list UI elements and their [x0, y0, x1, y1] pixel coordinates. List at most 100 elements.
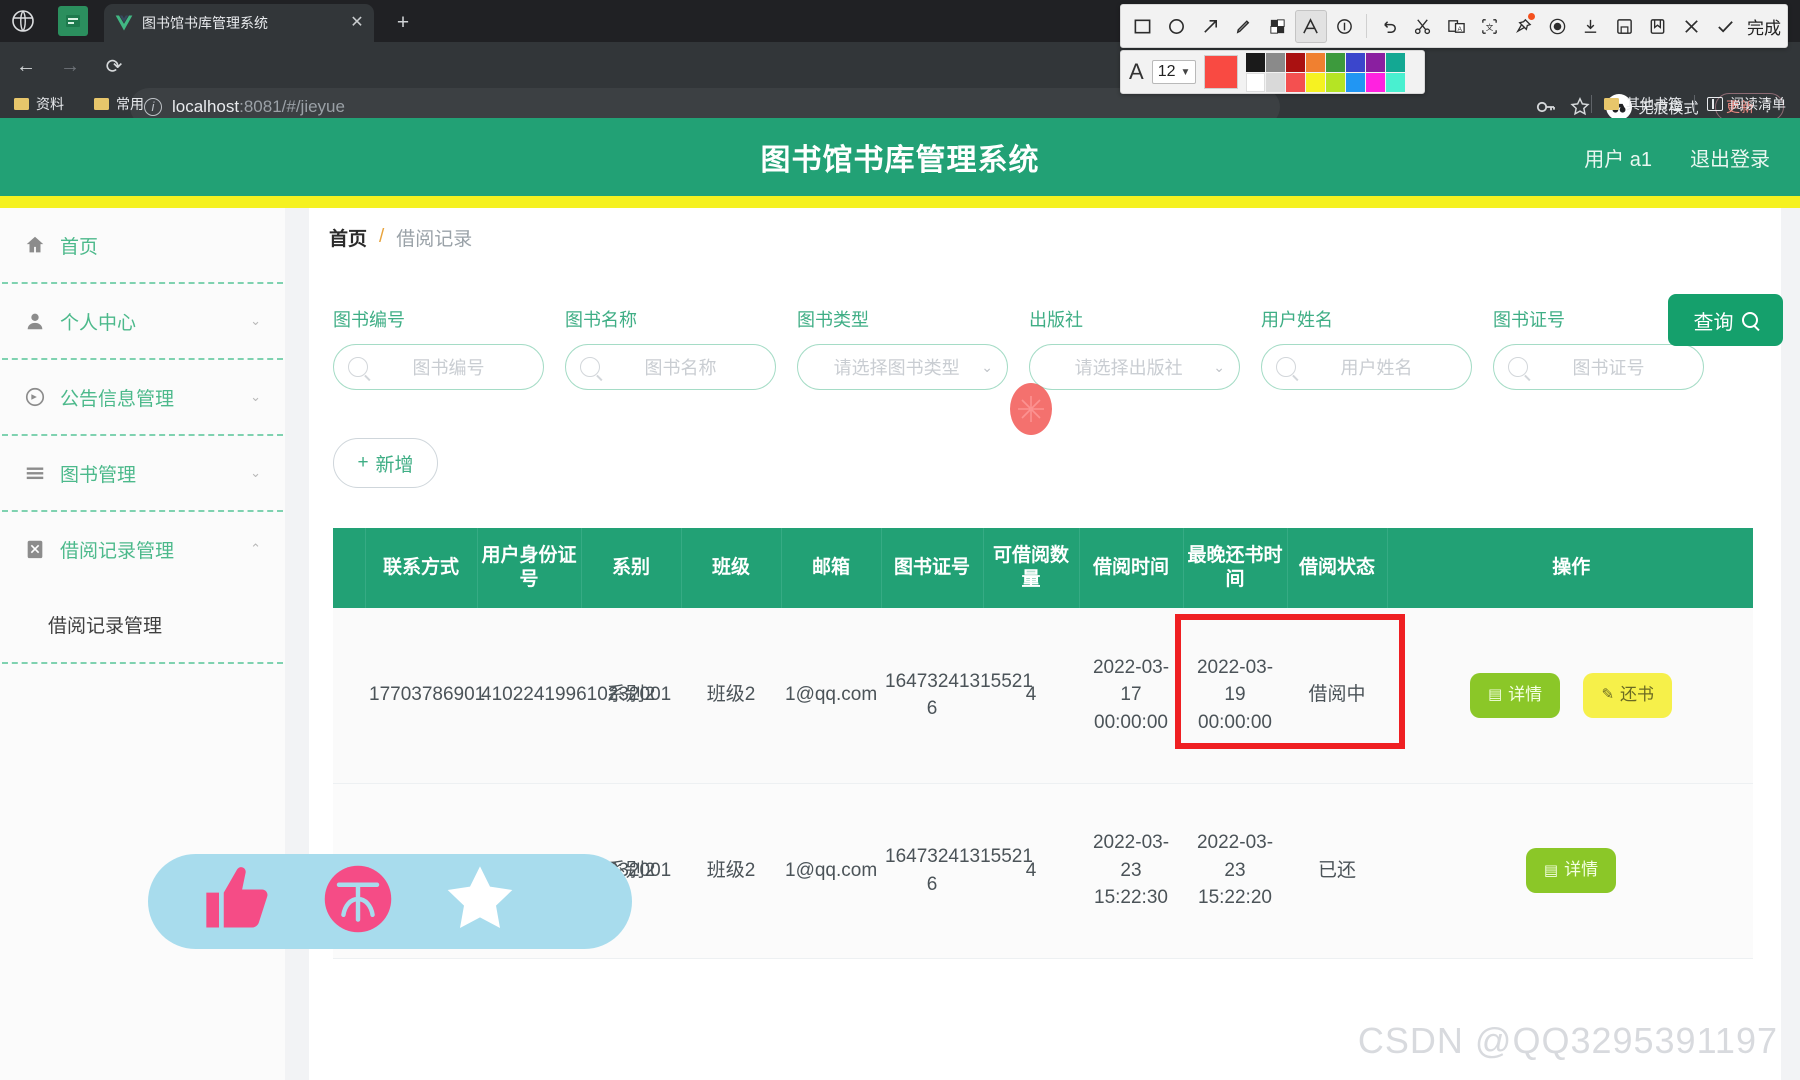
cell-class: 班级2 — [681, 783, 781, 959]
annotation-toolbar[interactable]: A 文 完成 — [1120, 4, 1788, 48]
svg-text:A: A — [1457, 25, 1462, 32]
mosaic-tool-icon[interactable] — [1261, 10, 1293, 43]
back-icon[interactable]: ← — [12, 52, 40, 80]
add-button[interactable]: + 新增 — [333, 438, 438, 488]
divider — [1366, 14, 1368, 38]
swatch[interactable] — [1266, 52, 1286, 72]
swatch[interactable] — [1346, 72, 1366, 92]
star-icon[interactable] — [440, 859, 520, 944]
coin-icon[interactable] — [320, 861, 396, 942]
sidebar-item-home[interactable]: 首页 — [0, 208, 285, 282]
col-department: 系别 — [581, 528, 682, 608]
text-tool-icon[interactable] — [1295, 9, 1327, 43]
sidebar-item-announcement[interactable]: 公告信息管理 ⌄ — [0, 360, 285, 434]
sidebar-subitem-borrow-records[interactable]: 借阅记录管理 — [0, 586, 285, 662]
placeholder-text: 请选择出版社 — [1074, 358, 1183, 378]
home-icon — [22, 234, 48, 256]
reading-list-button[interactable]: 阅读清单 — [1707, 94, 1786, 114]
cell-select[interactable] — [333, 608, 365, 784]
filter-bar: 图书编号 图书编号 图书名称 图书名称 图书类型 请选择图书类型 ⌄ 出版社 请… — [333, 306, 1753, 390]
cancel-tool-icon[interactable] — [1676, 10, 1708, 43]
swatch[interactable] — [1266, 72, 1286, 92]
confirm-tool-icon[interactable] — [1709, 10, 1741, 43]
swatch[interactable] — [1326, 72, 1346, 92]
serial-number-tool-icon[interactable] — [1329, 10, 1361, 43]
app-shortcut-icon[interactable] — [58, 6, 88, 36]
book-name-input[interactable]: 图书名称 — [565, 344, 776, 390]
return-book-button[interactable]: ✎ 还书 — [1583, 672, 1673, 718]
swatch[interactable] — [1246, 52, 1266, 72]
current-color-swatch[interactable] — [1204, 55, 1239, 89]
reload-icon[interactable]: ⟳ — [100, 52, 128, 80]
publisher-select[interactable]: 请选择出版社 ⌄ — [1029, 344, 1240, 390]
ellipse-tool-icon[interactable] — [1161, 10, 1193, 43]
user-name-input[interactable]: 用户姓名 — [1261, 344, 1472, 390]
swatch[interactable] — [1386, 72, 1406, 92]
rect-tool-icon[interactable] — [1127, 10, 1159, 43]
annotation-style-bar[interactable]: A 12 ▼ — [1120, 50, 1425, 94]
thumbs-up-icon[interactable] — [200, 861, 276, 942]
bookmark-label: 资料 — [36, 96, 64, 112]
swatch[interactable] — [1246, 72, 1266, 92]
ocr-tool-icon[interactable]: A — [1441, 10, 1473, 43]
sidebar-item-personal-center[interactable]: 个人中心 ⌄ — [0, 284, 285, 358]
close-icon[interactable]: ✕ — [348, 14, 366, 32]
col-contact: 联系方式 — [365, 528, 478, 608]
swatch[interactable] — [1286, 52, 1306, 72]
swatch[interactable] — [1346, 52, 1366, 72]
detail-button[interactable]: ▤ 详情 — [1525, 848, 1617, 893]
sidebar-item-label: 借阅记录管理 — [60, 540, 175, 562]
chevron-down-icon: ⌄ — [1213, 358, 1225, 375]
font-size-select[interactable]: 12 ▼ — [1151, 60, 1197, 84]
folder-icon — [94, 98, 109, 110]
pen-tool-icon[interactable] — [1228, 10, 1260, 43]
browser-tab[interactable]: 图书馆书库管理系统 ✕ — [104, 4, 374, 42]
swatch[interactable] — [1366, 52, 1386, 72]
swatch[interactable] — [1306, 52, 1326, 72]
record-tool-icon[interactable] — [1541, 10, 1573, 43]
sidebar-item-book-management[interactable]: 图书管理 ⌄ — [0, 436, 285, 510]
filter-book-name: 图书名称 图书名称 — [565, 306, 776, 390]
new-tab-button[interactable]: + — [390, 10, 416, 36]
book-code-input[interactable]: 图书编号 — [333, 344, 544, 390]
translate-tool-icon[interactable]: 文 — [1474, 10, 1506, 43]
swatch[interactable] — [1386, 52, 1406, 72]
table-row[interactable]: 17703786901 410224199610232001 系别2 班级2 1… — [333, 608, 1753, 784]
swatch[interactable] — [1306, 72, 1326, 92]
search-icon — [1276, 357, 1296, 377]
save-tool-icon[interactable] — [1609, 10, 1641, 43]
logout-button[interactable]: 退出登录 — [1690, 143, 1770, 172]
filter-label: 图书类型 — [797, 310, 869, 330]
bookmark-item-0[interactable]: 资料 — [14, 94, 64, 114]
swatch[interactable] — [1366, 72, 1386, 92]
download-tool-icon[interactable] — [1575, 10, 1607, 43]
arrow-tool-icon[interactable] — [1194, 10, 1226, 43]
annotation-done-button[interactable]: 完成 — [1747, 14, 1781, 39]
breadcrumb-home[interactable]: 首页 — [329, 224, 367, 251]
pin-tool-icon[interactable] — [1508, 10, 1540, 43]
search-button[interactable]: 查询 — [1668, 294, 1783, 346]
reading-list-icon — [1707, 97, 1723, 111]
cell-contact: 17703786901 — [365, 608, 485, 784]
sidebar-item-borrow-records[interactable]: 借阅记录管理 ⌃ — [0, 512, 285, 586]
swatch[interactable] — [1326, 52, 1346, 72]
cell-due-time: 2022-03-23 15:22:20 — [1183, 783, 1287, 959]
placeholder-text: 请选择图书类型 — [833, 358, 960, 378]
book-type-select[interactable]: 请选择图书类型 ⌄ — [797, 344, 1008, 390]
reaction-overlay[interactable] — [148, 854, 632, 949]
bookmark-item-1[interactable]: 常用 — [94, 94, 144, 114]
scissors-tool-icon[interactable] — [1407, 10, 1439, 43]
swatch[interactable] — [1286, 72, 1306, 92]
filter-publisher: 出版社 请选择出版社 ⌄ — [1029, 306, 1240, 390]
other-bookmarks-button[interactable]: 其他书签 — [1604, 94, 1682, 114]
user-label: 用户 a1 — [1584, 148, 1652, 171]
breadcrumb-separator: / — [379, 226, 385, 247]
detail-button[interactable]: ▤ 详情 — [1469, 672, 1561, 718]
sidebar-item-label: 首页 — [60, 236, 99, 258]
undo-tool-icon[interactable] — [1373, 10, 1405, 43]
cell-id-card: 410224199610232001 — [477, 608, 671, 784]
book-card-no-input[interactable]: 图书证号 — [1493, 344, 1704, 390]
forward-icon[interactable]: → — [56, 52, 84, 80]
color-palette[interactable] — [1246, 52, 1406, 92]
bookmark-tool-icon[interactable] — [1642, 10, 1674, 43]
